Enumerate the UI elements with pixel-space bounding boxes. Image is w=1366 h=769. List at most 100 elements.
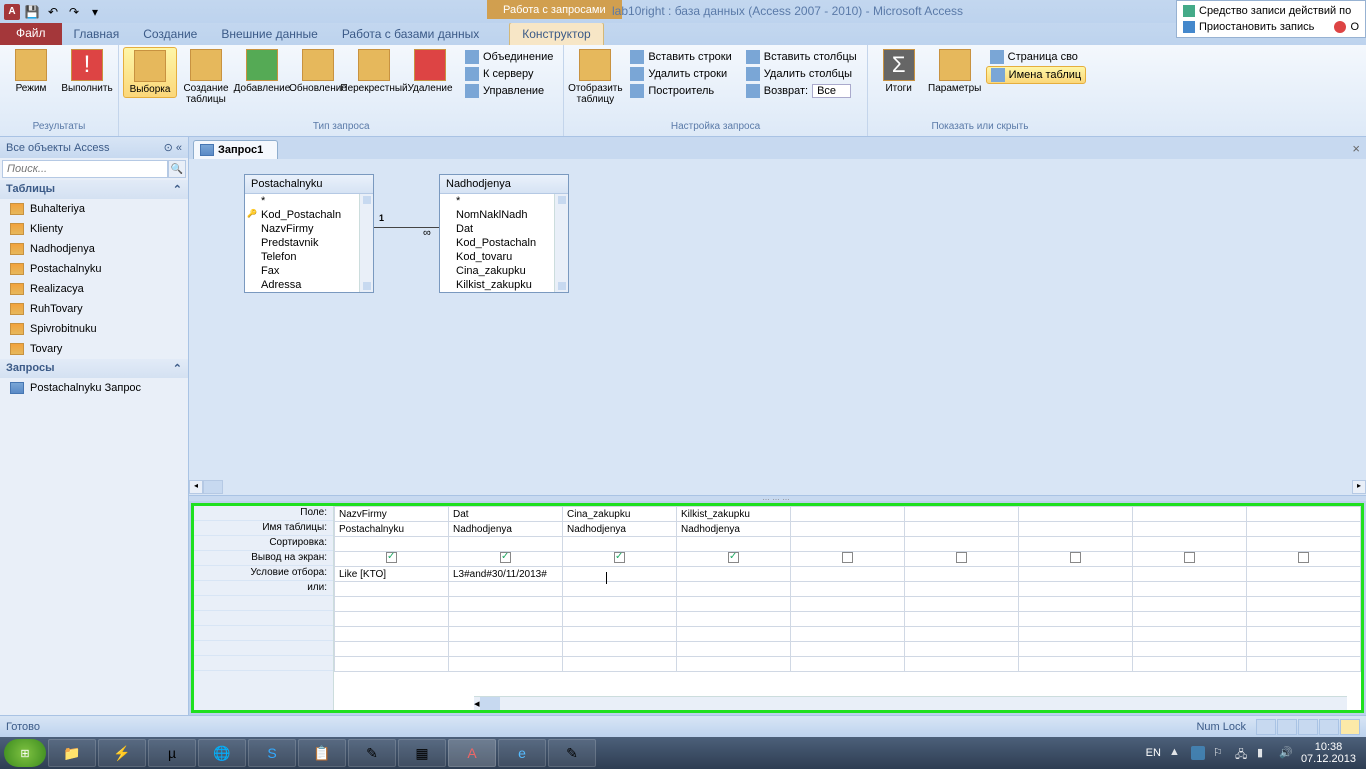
field-item[interactable]: Fax — [245, 264, 373, 278]
tray-network-icon[interactable]: 🖧 — [1235, 746, 1249, 760]
qbe-cell[interactable] — [791, 537, 905, 552]
save-icon[interactable]: 💾 — [23, 3, 41, 21]
nav-item-table[interactable]: Nadhodjenya — [0, 239, 188, 259]
delete-button[interactable]: Удаление — [403, 47, 457, 96]
qbe-cell[interactable] — [1133, 627, 1247, 642]
qbe-cell[interactable] — [791, 582, 905, 597]
qbe-cell[interactable] — [1247, 582, 1361, 597]
field-item[interactable]: Predstavnik — [245, 236, 373, 250]
design-view-button[interactable] — [1340, 719, 1360, 735]
maketable-button[interactable]: Создание таблицы — [179, 47, 233, 107]
qbe-cell[interactable] — [677, 642, 791, 657]
close-icon[interactable]: × — [1352, 141, 1360, 156]
qbe-cell[interactable] — [449, 552, 563, 567]
qbe-cell[interactable] — [1019, 522, 1133, 537]
tab-external[interactable]: Внешние данные — [209, 23, 330, 45]
show-checkbox[interactable] — [728, 552, 739, 563]
qbe-cell[interactable] — [1019, 582, 1133, 597]
taskbar-chrome[interactable]: 🌐 — [198, 739, 246, 767]
qbe-cell[interactable] — [677, 567, 791, 582]
tray-icon[interactable]: ▲ — [1169, 746, 1183, 760]
nav-header[interactable]: Все объекты Access⊙ « — [0, 137, 188, 158]
field-item[interactable]: Telefon — [245, 250, 373, 264]
splitter[interactable]: ⋯⋯⋯ — [189, 495, 1366, 501]
qbe-cell[interactable] — [563, 537, 677, 552]
update-button[interactable]: Обновление — [291, 47, 345, 96]
qbe-columns[interactable]: NazvFirmyDatCina_zakupkuKilkist_zakupkuP… — [334, 506, 1361, 710]
qbe-cell[interactable] — [905, 537, 1019, 552]
qbe-cell[interactable] — [335, 552, 449, 567]
qbe-cell[interactable]: Nadhodjenya — [677, 522, 791, 537]
tray-flag-icon[interactable]: ⚐ — [1213, 746, 1227, 760]
field-item[interactable]: Adressa — [245, 278, 373, 292]
qbe-cell[interactable] — [905, 642, 1019, 657]
qbe-cell[interactable] — [563, 582, 677, 597]
qbe-hscroll[interactable]: ◂ — [474, 696, 1347, 710]
qbe-cell[interactable] — [1133, 507, 1247, 522]
nav-item-query[interactable]: Postachalnyku Запрос — [0, 378, 188, 398]
qbe-cell[interactable] — [1247, 627, 1361, 642]
search-input[interactable] — [2, 160, 168, 178]
query-design-surface[interactable]: Postachalnyku *Kod_PostachalnNazvFirmyPr… — [189, 159, 1366, 479]
taskbar-app4[interactable]: ▦ — [398, 739, 446, 767]
qbe-cell[interactable] — [1133, 567, 1247, 582]
nav-item-table[interactable]: Spivrobitnuku — [0, 319, 188, 339]
qbe-cell[interactable] — [1133, 657, 1247, 672]
qbe-cell[interactable] — [563, 627, 677, 642]
passthrough-button[interactable]: К серверу — [461, 66, 557, 82]
qbe-cell[interactable] — [1247, 567, 1361, 582]
scroll-right-icon[interactable]: ▸ — [1352, 480, 1366, 494]
insert-rows-button[interactable]: Вставить строки — [626, 49, 735, 65]
qbe-cell[interactable] — [677, 612, 791, 627]
nav-item-table[interactable]: Klienty — [0, 219, 188, 239]
qbe-cell[interactable] — [791, 522, 905, 537]
search-icon[interactable]: 🔍 — [168, 160, 186, 178]
qbe-cell[interactable] — [791, 552, 905, 567]
field-item[interactable]: NazvFirmy — [245, 222, 373, 236]
qbe-cell[interactable] — [1019, 612, 1133, 627]
qbe-cell[interactable] — [335, 642, 449, 657]
qbe-cell[interactable] — [449, 582, 563, 597]
taskbar-app[interactable]: ⚡ — [98, 739, 146, 767]
qbe-cell[interactable] — [791, 597, 905, 612]
scroll-left-icon[interactable]: ◂ — [189, 480, 203, 494]
qbe-cell[interactable] — [335, 657, 449, 672]
taskbar-app3[interactable]: ✎ — [348, 739, 396, 767]
qbe-cell[interactable] — [791, 627, 905, 642]
qbe-cell[interactable] — [791, 657, 905, 672]
taskbar-app5[interactable]: ✎ — [548, 739, 596, 767]
show-checkbox[interactable] — [500, 552, 511, 563]
qbe-cell[interactable] — [1019, 597, 1133, 612]
taskbar-explorer[interactable]: 📁 — [48, 739, 96, 767]
qbe-cell[interactable] — [791, 612, 905, 627]
doc-tab-query1[interactable]: Запрос1 — [193, 140, 278, 159]
qbe-cell[interactable] — [791, 507, 905, 522]
qbe-cell[interactable] — [1247, 522, 1361, 537]
view-button[interactable]: Режим — [4, 47, 58, 96]
field-item[interactable]: Dat — [440, 222, 568, 236]
field-item[interactable]: Kod_Postachaln — [245, 208, 373, 222]
qbe-cell[interactable] — [335, 597, 449, 612]
tab-file[interactable]: Файл — [0, 21, 62, 45]
tablenames-button[interactable]: Имена таблиц — [986, 66, 1087, 84]
qbe-cell[interactable] — [791, 642, 905, 657]
qbe-cell[interactable] — [563, 657, 677, 672]
qbe-cell[interactable] — [1019, 507, 1133, 522]
qbe-cell[interactable]: Nadhodjenya — [563, 522, 677, 537]
qbe-cell[interactable] — [449, 642, 563, 657]
nav-item-table[interactable]: Tovary — [0, 339, 188, 359]
qbe-cell[interactable]: Postachalnyku — [335, 522, 449, 537]
qbe-cell[interactable] — [1133, 597, 1247, 612]
field-item[interactable]: Kod_Postachaln — [440, 236, 568, 250]
qbe-cell[interactable] — [335, 582, 449, 597]
totals-button[interactable]: ΣИтоги — [872, 47, 926, 96]
nav-item-table[interactable]: RuhTovary — [0, 299, 188, 319]
design-hscroll[interactable]: ◂ ▸ — [189, 479, 1366, 495]
start-button[interactable]: ⊞ — [4, 739, 46, 767]
qbe-cell[interactable] — [905, 567, 1019, 582]
qbe-cell[interactable] — [1247, 642, 1361, 657]
qbe-cell[interactable] — [905, 657, 1019, 672]
tables-group-header[interactable]: Таблицы⌃ — [0, 180, 188, 199]
crosstab-button[interactable]: Перекрестный — [347, 47, 401, 96]
qbe-cell[interactable] — [791, 567, 905, 582]
